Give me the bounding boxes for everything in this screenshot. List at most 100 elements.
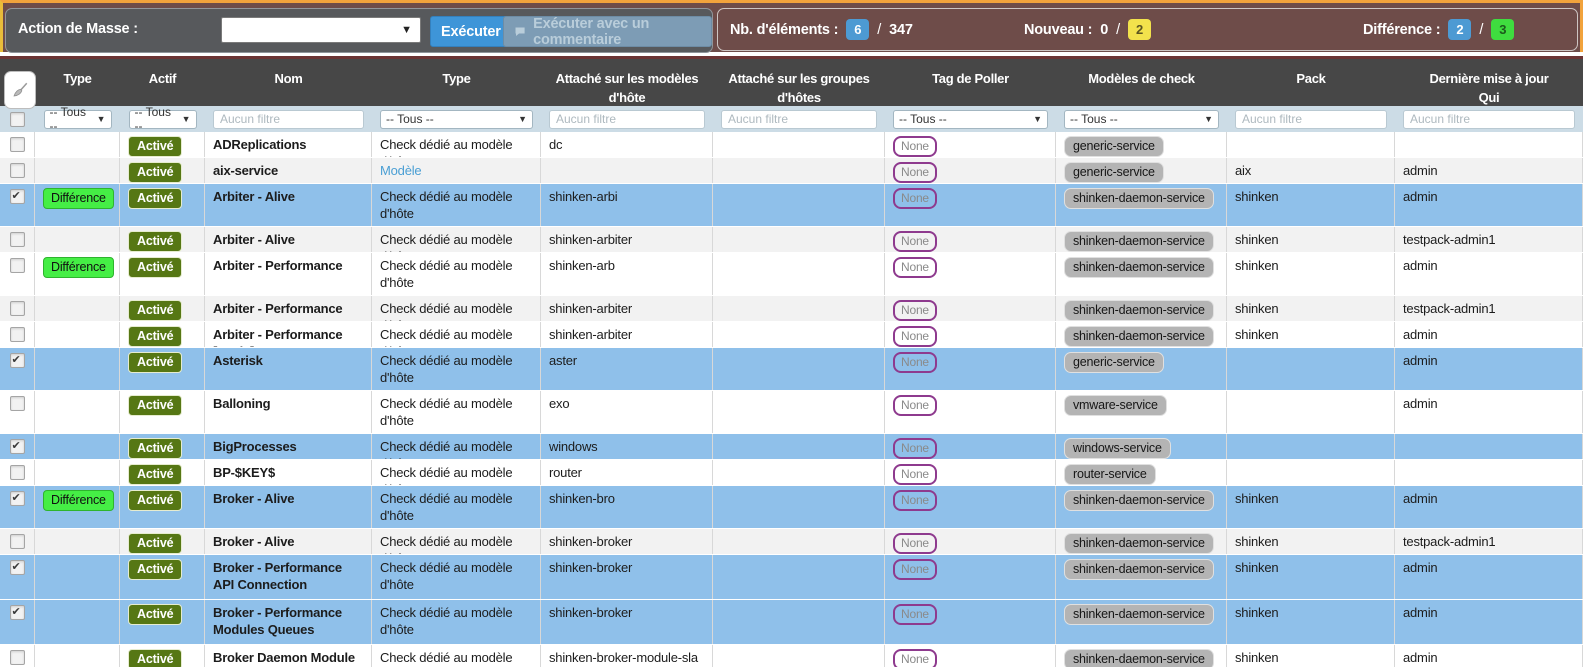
clear-filters-button[interactable]: [4, 71, 36, 109]
table-row[interactable]: ActivéBroker - Performance API Connectio…: [0, 555, 1583, 600]
host-groups-cell: [713, 555, 885, 599]
difference-badge: Différence: [43, 257, 114, 278]
row-checkbox[interactable]: [10, 232, 25, 247]
row-checkbox[interactable]: [10, 560, 25, 575]
table-row[interactable]: DifférenceActivéArbiter - PerformanceChe…: [0, 253, 1583, 296]
name-cell: Broker - Performance API Connection: [205, 555, 372, 599]
row-checkbox[interactable]: [10, 650, 25, 665]
table-row[interactable]: ActivéArbiter - PerformanceCheck dédié a…: [0, 296, 1583, 322]
table-row[interactable]: ActivéArbiter - Performance [copie]Check…: [0, 322, 1583, 348]
column-header-5: Attaché sur les modèles d'hôte: [541, 59, 713, 106]
pack-value: shinken: [1235, 491, 1278, 506]
active-badge: Activé: [128, 162, 182, 183]
host-template-cell: shinken-broker-module-sla: [541, 645, 713, 667]
row-checkbox[interactable]: [10, 258, 25, 273]
table-row[interactable]: Activéaix-serviceModèleNonegeneric-servi…: [0, 158, 1583, 184]
table-row[interactable]: ActivéBroker - Performance Modules Queue…: [0, 600, 1583, 645]
table-row[interactable]: ActivéBroker - AliveCheck dédié au modèl…: [0, 529, 1583, 555]
mass-action-label: Action de Masse :: [18, 21, 138, 37]
filter-input-5[interactable]: [549, 110, 705, 129]
none-badge: None: [893, 559, 937, 580]
none-badge: None: [893, 136, 937, 157]
table-row[interactable]: ActivéAsteriskCheck dédié au modèle d'hô…: [0, 348, 1583, 391]
filter-select-value: -- Tous --: [50, 105, 93, 133]
filter-input-6[interactable]: [721, 110, 877, 129]
host-template-cell: shinken-arb: [541, 253, 713, 295]
filter-input-9[interactable]: [1235, 110, 1387, 129]
model-link[interactable]: Modèle: [380, 163, 421, 178]
filter-select-7[interactable]: -- Tous --▼: [893, 110, 1048, 129]
filter-row: -- Tous --▼-- Tous --▼-- Tous --▼-- Tous…: [0, 106, 1583, 132]
filter-input-10[interactable]: [1403, 110, 1575, 129]
filter-cell-6: [713, 106, 885, 132]
row-type: Check dédié au modèle d'hôte: [380, 560, 512, 592]
checkbox-cell: [0, 555, 35, 599]
table-row[interactable]: DifférenceActivéArbiter - AliveCheck déd…: [0, 184, 1583, 227]
execute-with-comment-button[interactable]: Exécuter avec un commentaire: [503, 16, 712, 47]
table-row[interactable]: ActivéBP-$KEY$Check dédié au modèle d'hô…: [0, 460, 1583, 486]
filter-cell-0: [0, 106, 35, 132]
host-groups-cell: [713, 645, 885, 667]
row-checkbox[interactable]: [10, 301, 25, 316]
checkbox-cell: [0, 253, 35, 295]
row-type: Check dédié au modèle d'hôte: [380, 605, 512, 637]
host-groups-cell: [713, 322, 885, 347]
poller-tag-cell: None: [885, 434, 1056, 459]
mass-action-select[interactable]: ▼: [221, 17, 421, 43]
row-type: Check dédié au modèle d'hôte: [380, 534, 512, 554]
execute-button[interactable]: Exécuter: [430, 16, 512, 47]
poller-tag-cell: None: [885, 486, 1056, 528]
pack-cell: shinken: [1227, 486, 1395, 528]
check-model-badge: shinken-daemon-service: [1064, 559, 1214, 580]
row-name: Broker - Performance Modules Queues: [213, 605, 342, 637]
elements-total: 347: [889, 22, 913, 38]
filter-select-value: -- Tous --: [135, 105, 178, 133]
table-row[interactable]: ActivéBroker Daemon Module SLACheck dédi…: [0, 645, 1583, 667]
row-checkbox[interactable]: [10, 353, 25, 368]
table-row[interactable]: ActivéBigProcessesCheck dédié au modèle …: [0, 434, 1583, 460]
table-row[interactable]: ActivéBalloningCheck dédié au modèle d'h…: [0, 391, 1583, 434]
name-cell: Broker - Performance Modules Queues: [205, 600, 372, 644]
filter-select-1[interactable]: -- Tous --▼: [44, 110, 112, 129]
row-checkbox[interactable]: [10, 396, 25, 411]
who-cell: [1395, 434, 1583, 459]
poller-tag-cell: None: [885, 348, 1056, 390]
table-row[interactable]: ActivéArbiter - AliveCheck dédié au modè…: [0, 227, 1583, 253]
name-cell: Broker - Alive: [205, 529, 372, 554]
poller-tag-cell: None: [885, 253, 1056, 295]
row-checkbox[interactable]: [10, 189, 25, 204]
row-checkbox[interactable]: [10, 605, 25, 620]
row-checkbox[interactable]: [10, 137, 25, 152]
none-badge: None: [893, 490, 937, 511]
row-checkbox[interactable]: [10, 439, 25, 454]
type-badge-cell: [35, 434, 120, 459]
row-name: Asterisk: [213, 353, 263, 368]
row-checkbox[interactable]: [10, 534, 25, 549]
broom-icon: [11, 81, 29, 99]
type-badge-cell: [35, 158, 120, 183]
pack-cell: [1227, 460, 1395, 485]
host-groups-cell: [713, 227, 885, 252]
filter-select-4[interactable]: -- Tous --▼: [380, 110, 533, 129]
select-all-checkbox[interactable]: [10, 112, 25, 127]
mass-action-panel: Action de Masse : ▼ Exécuter Exécuter av…: [5, 8, 713, 53]
table-row[interactable]: DifférenceActivéBroker - AliveCheck dédi…: [0, 486, 1583, 529]
name-cell: Balloning: [205, 391, 372, 433]
filter-select-8[interactable]: -- Tous --▼: [1064, 110, 1219, 129]
none-badge: None: [893, 188, 937, 209]
row-checkbox[interactable]: [10, 163, 25, 178]
filter-input-3[interactable]: [213, 110, 364, 129]
table-row[interactable]: ActivéADReplicationsCheck dédié au modèl…: [0, 132, 1583, 158]
row-checkbox[interactable]: [10, 491, 25, 506]
filter-select-2[interactable]: -- Tous --▼: [129, 110, 197, 129]
active-cell: Activé: [120, 434, 205, 459]
type-badge-cell: [35, 460, 120, 485]
type-cell: Check dédié au modèle d'hôte: [372, 460, 541, 485]
host-template-value: dc: [549, 137, 562, 152]
row-checkbox[interactable]: [10, 327, 25, 342]
new-count: 0: [1100, 22, 1108, 38]
checkbox-cell: [0, 132, 35, 157]
pack-value: aix: [1235, 163, 1251, 178]
row-checkbox[interactable]: [10, 465, 25, 480]
filter-cell-8: -- Tous --▼: [1056, 106, 1227, 132]
